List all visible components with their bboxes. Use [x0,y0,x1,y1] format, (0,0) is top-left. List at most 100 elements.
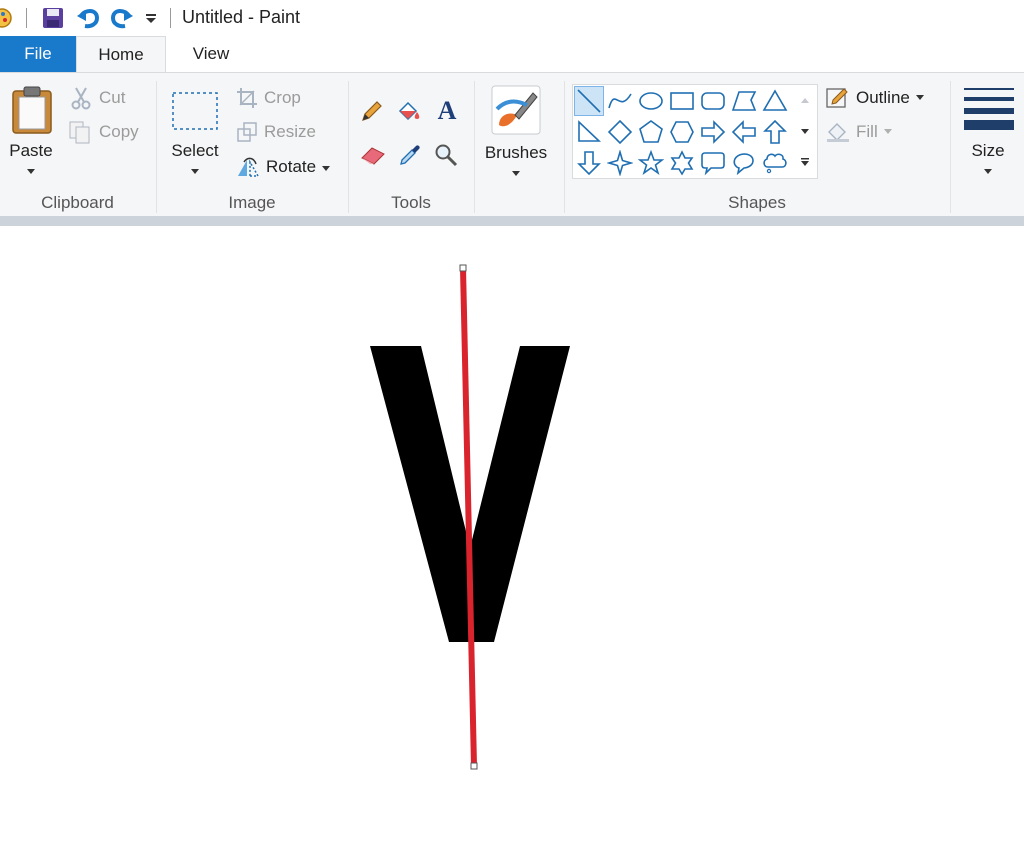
customize-quick-access-icon[interactable] [142,6,160,30]
copy-button[interactable]: Copy [68,119,139,145]
eraser-tool[interactable] [358,141,388,169]
up-arrow-shape-icon [763,119,787,144]
resize-icon [237,122,257,142]
shape-diamond[interactable] [605,117,635,147]
curve-shape-icon [608,93,632,109]
select-dropdown-icon [191,169,199,174]
color-picker-tool[interactable] [396,141,424,169]
shape-right-triangle[interactable] [574,117,604,147]
four-point-star-shape-icon [607,150,633,176]
tab-home[interactable]: Home [76,36,166,73]
resize-label: Resize [264,122,316,141]
shape-five-point-star[interactable] [636,148,666,178]
shape-rounded-rectangle[interactable] [698,86,728,116]
tab-view[interactable]: View [172,36,250,72]
chevron-down-icon [801,129,809,134]
image-group-label: Image [228,193,276,212]
ribbon: Paste Cut Copy Clipboard Select Crop Res… [0,72,1024,216]
oval-shape-icon [639,92,663,110]
shape-four-point-star[interactable] [605,148,635,178]
outline-dropdown-icon [915,94,924,100]
shape-down-arrow[interactable] [574,148,604,178]
color-picker-icon [400,145,420,165]
crop-label: Crop [264,88,301,107]
outline-pencil-icon [826,88,848,108]
outline-button[interactable]: Outline [826,85,924,111]
brush-icon [491,85,541,135]
redo-icon[interactable] [108,6,134,30]
cut-button[interactable]: Cut [70,85,125,111]
line-shape-icon [577,89,601,113]
shape-pentagon[interactable] [636,117,666,147]
line-end-handle[interactable] [470,762,478,770]
crop-button[interactable]: Crop [236,85,301,111]
title-bar: Untitled - Paint [0,0,1024,36]
right-triangle-shape-icon [578,120,602,142]
ribbon-border [0,216,1024,226]
select-button[interactable]: Select [166,87,224,183]
triangle-shape-icon [762,89,788,111]
shape-hexagon[interactable] [667,117,697,147]
five-point-star-shape-icon [638,150,664,176]
size-dropdown-icon [984,169,992,174]
fill-label: Fill [856,122,878,141]
rotate-dropdown-icon [322,165,331,171]
resize-button[interactable]: Resize [236,119,316,145]
shape-line[interactable] [574,86,604,116]
size-button[interactable]: Size [958,83,1018,183]
shape-rounded-callout[interactable] [698,148,728,178]
select-label: Select [171,141,219,160]
shape-up-arrow[interactable] [760,117,790,147]
brushes-dropdown-icon [512,171,520,176]
expand-gallery-icon [801,158,809,166]
tab-file[interactable]: File [0,36,76,72]
shapes-group-label: Shapes [728,193,786,212]
rounded-rectangle-shape-icon [701,92,725,110]
shape-polygon[interactable] [729,86,759,116]
text-tool[interactable]: A [432,95,462,125]
hexagon-shape-icon [670,121,694,143]
shape-six-point-star[interactable] [667,148,697,178]
shape-left-arrow[interactable] [729,117,759,147]
diamond-shape-icon [607,119,633,145]
shape-triangle[interactable] [760,86,790,116]
scissors-icon [71,87,91,110]
shapes-scroll-up[interactable] [795,89,815,111]
size-label: Size [971,141,1005,160]
copy-icon [69,121,90,144]
shapes-scroll-down[interactable] [795,121,815,143]
tools-group-label: Tools [391,193,431,212]
fill-button[interactable]: Fill [826,119,892,145]
paste-button[interactable]: Paste [6,83,56,183]
shape-cloud-callout[interactable] [760,148,790,178]
text-icon: A [438,97,457,123]
shapes-expand[interactable] [795,151,815,173]
save-icon[interactable] [40,6,66,30]
shape-oval[interactable] [636,86,666,116]
cloud-callout-shape-icon [763,153,787,174]
pencil-tool[interactable] [358,97,386,125]
six-point-star-shape-icon [670,150,694,176]
brushes-button[interactable]: Brushes [482,83,550,183]
shape-curve[interactable] [605,86,635,116]
drawing-canvas[interactable] [0,226,1024,836]
shapes-gallery [572,84,818,179]
title-separator [170,8,171,28]
window-title: Untitled - Paint [182,7,301,27]
magnifier-icon [435,144,458,167]
magnifier-tool[interactable] [432,141,460,169]
line-size-icon [964,88,1014,130]
shape-right-arrow[interactable] [698,117,728,147]
right-arrow-shape-icon [701,120,726,144]
shape-oval-callout[interactable] [729,148,759,178]
rounded-callout-shape-icon [701,152,725,176]
undo-icon[interactable] [76,6,102,30]
rectangle-shape-icon [670,92,694,110]
paint-app-icon[interactable] [0,6,14,30]
fill-tool[interactable] [394,97,424,125]
line-start-handle[interactable] [459,264,467,272]
shape-rectangle[interactable] [667,86,697,116]
svg-text:A: A [438,97,457,123]
chevron-up-icon [801,98,809,103]
rotate-button[interactable]: Rotate [236,154,331,180]
